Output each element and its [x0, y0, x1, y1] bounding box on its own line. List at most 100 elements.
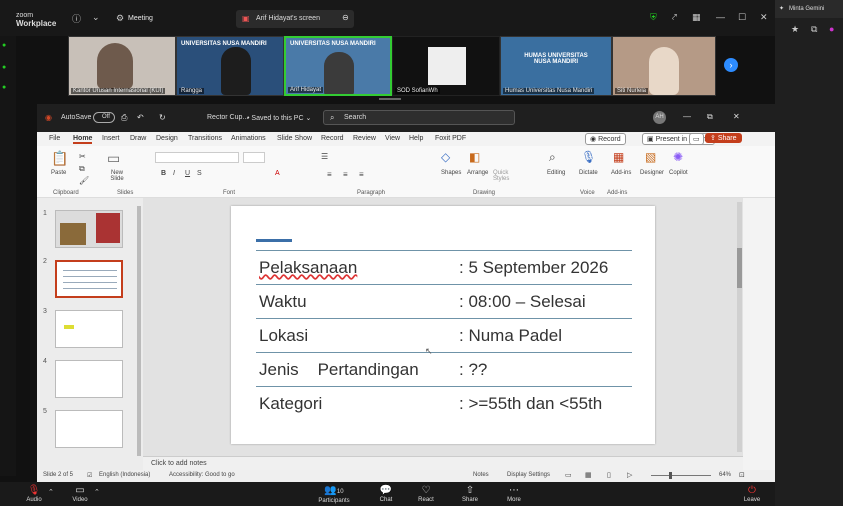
table-row[interactable]: Waktu : 08:00 – Selesai: [256, 285, 632, 319]
zoom-slider-thumb[interactable]: [669, 472, 672, 479]
gemini-header[interactable]: ✦ Minta Gemini: [775, 0, 843, 18]
new-slide-button[interactable]: New Slide: [107, 170, 127, 182]
zoom-slider[interactable]: [651, 475, 711, 476]
tab-review[interactable]: Review: [353, 135, 376, 142]
quick-styles-button[interactable]: Quick Styles: [493, 170, 517, 182]
chevron-up-icon[interactable]: ⌃: [48, 488, 54, 496]
bullets-icon[interactable]: ☰: [321, 152, 328, 161]
align-right-icon[interactable]: ≡: [359, 170, 364, 179]
slide-thumbnail-5[interactable]: [55, 410, 123, 448]
add-ins-button[interactable]: Add-ins: [611, 170, 631, 176]
align-center-icon[interactable]: ≡: [343, 170, 348, 179]
tab-record[interactable]: Record: [321, 135, 344, 142]
shapes-button[interactable]: Shapes: [441, 170, 461, 176]
copilot-icon[interactable]: ✺: [673, 150, 683, 164]
table-row[interactable]: Kategori : >=55th dan <55th: [256, 387, 632, 421]
tab-slide-show[interactable]: Slide Show: [277, 135, 312, 142]
undo-icon[interactable]: ↶: [137, 113, 144, 122]
designer-button[interactable]: Designer: [640, 170, 664, 176]
tab-transitions[interactable]: Transitions: [188, 135, 222, 142]
slide-sorter-icon[interactable]: ▦: [585, 471, 592, 479]
shapes-icon[interactable]: ◇: [441, 150, 450, 164]
present-in-teams-button[interactable]: ▣ Present in Teams: [642, 133, 715, 145]
editing-button[interactable]: Editing: [547, 170, 565, 176]
share-button[interactable]: ⇪ Share: [705, 133, 742, 143]
vertical-scrollbar[interactable]: [737, 202, 742, 452]
info-icon[interactable]: ⓘ: [72, 12, 81, 25]
italic-icon[interactable]: I: [173, 170, 175, 177]
slide-thumbnail-1[interactable]: [55, 210, 123, 248]
save-status[interactable]: • Saved to this PC ⌄: [247, 114, 311, 122]
search-icon[interactable]: ⌕: [549, 150, 556, 165]
add-ins-icon[interactable]: ▦: [613, 150, 624, 164]
screen-share-tab[interactable]: ▣ Arif Hidayat's screen ⊖: [236, 10, 354, 28]
tab-file[interactable]: File: [49, 135, 60, 142]
more-button[interactable]: ⋯ More: [494, 485, 534, 503]
share-screen-button[interactable]: ⇧ Share: [450, 485, 490, 503]
reading-view-icon[interactable]: ▯: [607, 471, 611, 479]
tab-view[interactable]: View: [385, 135, 400, 142]
slide-thumbnail-2-selected[interactable]: [55, 260, 123, 298]
microphone-icon[interactable]: 🎙: [581, 150, 596, 164]
participant-video[interactable]: UNIVERSITAS NUSA MANDIRI Rangga: [176, 36, 284, 96]
dictate-button[interactable]: Dictate: [579, 170, 598, 176]
font-size-select[interactable]: [243, 152, 265, 163]
table-row[interactable]: Lokasi : Numa Padel: [256, 319, 632, 353]
notes-pane[interactable]: Click to add notes: [143, 456, 743, 470]
meeting-label[interactable]: Meeting: [128, 15, 153, 22]
tab-home[interactable]: Home: [73, 135, 93, 144]
minimize-icon[interactable]: —: [716, 12, 725, 22]
minimize-icon[interactable]: —: [683, 112, 691, 121]
record-button[interactable]: ◉ Record: [585, 133, 626, 145]
shield-icon[interactable]: ⛨: [650, 12, 657, 23]
tab-insert[interactable]: Insert: [102, 135, 120, 142]
more-options-icon[interactable]: ⊖: [342, 13, 349, 22]
paste-icon[interactable]: 📋: [51, 150, 68, 167]
comments-button[interactable]: ▭: [689, 133, 704, 145]
paste-button[interactable]: Paste: [51, 170, 66, 176]
bold-icon[interactable]: B: [161, 170, 166, 177]
tab-help[interactable]: Help: [409, 135, 423, 142]
search-box[interactable]: ⌕ Search: [323, 110, 515, 125]
file-name[interactable]: Rector Cup...: [207, 114, 248, 121]
spellcheck-icon[interactable]: ☑: [87, 472, 92, 479]
shadow-icon[interactable]: S: [197, 170, 202, 177]
normal-view-icon[interactable]: ▭: [565, 471, 572, 479]
cut-icon[interactable]: ✂: [79, 152, 86, 161]
participant-video[interactable]: Kantor Urusan Internasional (KUI): [68, 36, 176, 96]
star-icon[interactable]: ★: [791, 24, 799, 35]
copilot-button[interactable]: Copilot: [669, 170, 688, 176]
fit-slide-icon[interactable]: ⊡: [739, 471, 745, 479]
autosave-toggle[interactable]: Off: [93, 112, 115, 123]
react-button[interactable]: ♡ React: [406, 485, 446, 503]
table-row[interactable]: Pelaksanaan : 5 September 2026: [256, 251, 632, 285]
font-color-icon[interactable]: A: [275, 170, 280, 177]
participant-video-active-speaker[interactable]: UNIVERSITAS NUSA MANDIRI Arif Hidayat: [284, 36, 392, 96]
underline-icon[interactable]: U: [185, 170, 190, 177]
maximize-icon[interactable]: ☐: [738, 12, 746, 23]
language-status[interactable]: English (Indonesia): [99, 472, 150, 478]
thumbnail-scrollbar[interactable]: [137, 206, 141, 456]
save-icon[interactable]: ⎙: [121, 113, 127, 123]
zoom-level[interactable]: 64%: [719, 472, 731, 478]
participants-button[interactable]: 👥10 Participants: [312, 485, 356, 504]
pointer-icon[interactable]: ⤤: [672, 12, 677, 23]
grid-icon[interactable]: ▦: [692, 12, 701, 23]
table-row[interactable]: Jenis Pertandingan : ??: [256, 353, 632, 387]
tab-draw[interactable]: Draw: [130, 135, 146, 142]
redo-icon[interactable]: ↻: [159, 113, 166, 122]
notes-button[interactable]: Notes: [473, 472, 489, 478]
participant-video[interactable]: Siti Nurlela: [612, 36, 716, 96]
arrange-icon[interactable]: ◧: [469, 150, 480, 164]
chevron-down-icon[interactable]: ⌄: [92, 12, 100, 23]
font-name-select[interactable]: [155, 152, 239, 163]
tab-animations[interactable]: Animations: [231, 135, 266, 142]
next-page-icon[interactable]: ›: [724, 58, 738, 72]
accessibility-status[interactable]: Accessibility: Good to go: [169, 472, 235, 478]
profile-icon[interactable]: ●: [829, 24, 834, 34]
align-left-icon[interactable]: ≡: [327, 170, 332, 179]
tab-design[interactable]: Design: [156, 135, 178, 142]
copy-icon[interactable]: ⧉: [79, 164, 85, 174]
slideshow-icon[interactable]: ▷: [627, 471, 632, 479]
designer-icon[interactable]: ▧: [645, 150, 656, 164]
